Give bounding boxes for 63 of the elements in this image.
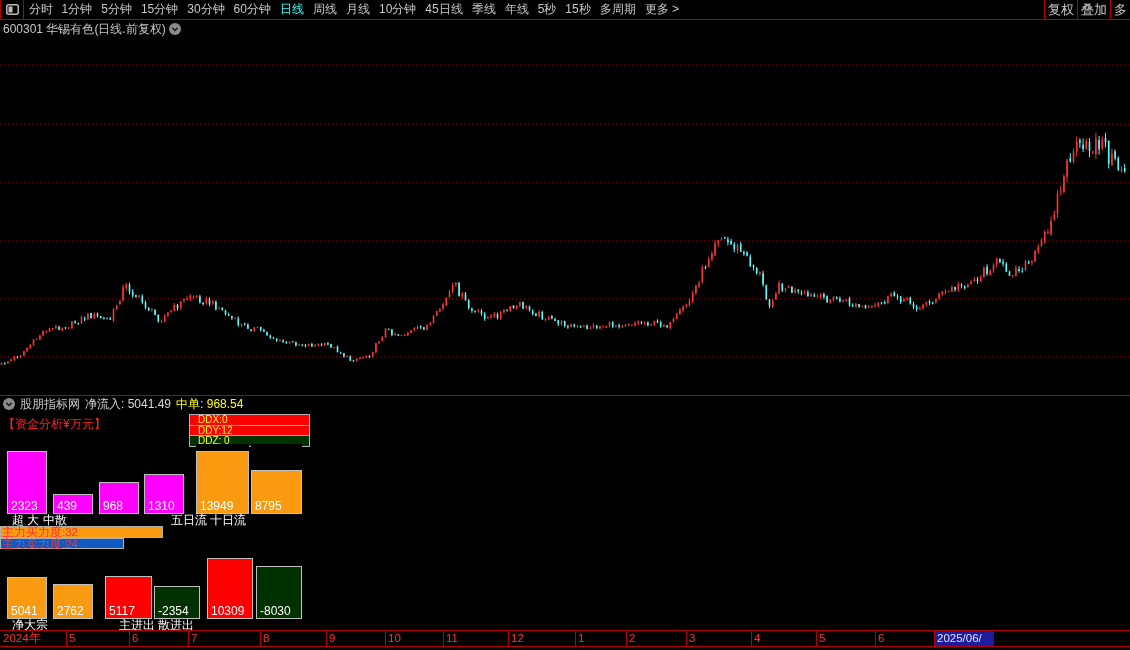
axis-label: 1	[575, 631, 626, 646]
axis-label: 2	[626, 631, 686, 646]
toolbar-button[interactable]: 叠加	[1077, 0, 1110, 19]
period-tab[interactable]: 30分钟	[182, 0, 230, 19]
axis-label: 11	[443, 631, 508, 646]
value-bar: 2762	[53, 584, 93, 619]
period-tab[interactable]: 更多 >	[640, 0, 684, 19]
bar-label: 主进出 散进出	[119, 618, 196, 631]
value-bar: 8795	[251, 469, 302, 514]
dd-row: DDY:12	[190, 425, 309, 436]
toolbar-button[interactable]: 多	[1110, 0, 1130, 19]
strength-bar: 主力卖力度:24	[0, 538, 125, 549]
value-bar: 13949	[196, 451, 249, 514]
bar-label: 五日流 十日流	[171, 514, 248, 526]
panel-toggle-button[interactable]	[0, 0, 24, 19]
indicator-name: 股朋指标网	[20, 395, 80, 413]
chevron-down-icon[interactable]	[168, 23, 181, 35]
value-bar: 5117	[105, 576, 152, 619]
axis-label: 3	[686, 631, 751, 646]
period-tab[interactable]: 10分钟	[374, 0, 421, 19]
value-bar: 968	[99, 481, 139, 514]
period-tab[interactable]: 多周期	[595, 0, 641, 19]
period-tab[interactable]: 5秒	[533, 0, 561, 19]
value-bar: 439	[53, 493, 93, 514]
axis-label: 2024年	[2, 631, 42, 646]
period-tab[interactable]: 日线	[275, 0, 309, 19]
indicator-reading: 净流入: 5041.49	[85, 395, 172, 413]
value-bar: 1310	[144, 474, 184, 514]
axis-label: 12	[508, 631, 575, 646]
indicator-reading: 中单: 968.54	[176, 395, 244, 413]
value-bar: -2354	[154, 586, 200, 619]
axis-label: 4	[751, 631, 816, 646]
axis-label: 10	[385, 631, 443, 646]
period-tab[interactable]: 5分钟	[96, 0, 137, 19]
period-tab[interactable]: 60分钟	[229, 0, 276, 19]
toolbar-button[interactable]: 复权	[1044, 0, 1077, 19]
period-tab[interactable]: 1分钟	[57, 0, 97, 19]
axis-label: 6	[129, 631, 188, 646]
chevron-down-icon[interactable]	[3, 398, 15, 410]
panel-toggle-icon	[5, 4, 19, 15]
period-tab[interactable]: 周线	[308, 0, 342, 19]
period-tab[interactable]: 季线	[467, 0, 501, 19]
strength-bar: 主力买力度:32	[0, 526, 163, 538]
value-bar: 5041	[7, 577, 47, 619]
indicator-caption: 【资金分析¥万元】	[2, 416, 107, 433]
axis-label: 9	[326, 631, 385, 646]
period-tab[interactable]: 15秒	[560, 0, 596, 19]
value-bar: -8030	[256, 565, 302, 619]
period-tab[interactable]: 15分钟	[136, 0, 183, 19]
period-tab[interactable]: 年线	[500, 0, 534, 19]
axis-label: 2025/06/	[934, 631, 994, 646]
value-bar: 10309	[207, 558, 253, 619]
period-tab[interactable]: 月线	[341, 0, 375, 19]
period-tab[interactable]: 分时	[24, 0, 57, 19]
dd-row: DDX:0	[190, 415, 309, 426]
bar-label: 超 大 中散	[12, 514, 68, 526]
axis-label: 8	[260, 631, 326, 646]
period-tab[interactable]: 45日线	[420, 0, 468, 19]
axis-label: 7	[188, 631, 260, 646]
chart-title: 600301 华锡有色(日线.前复权)	[3, 20, 166, 38]
axis-label: 5	[816, 631, 875, 646]
value-bar: 2323	[7, 451, 47, 514]
axis-label: 5	[66, 631, 129, 646]
